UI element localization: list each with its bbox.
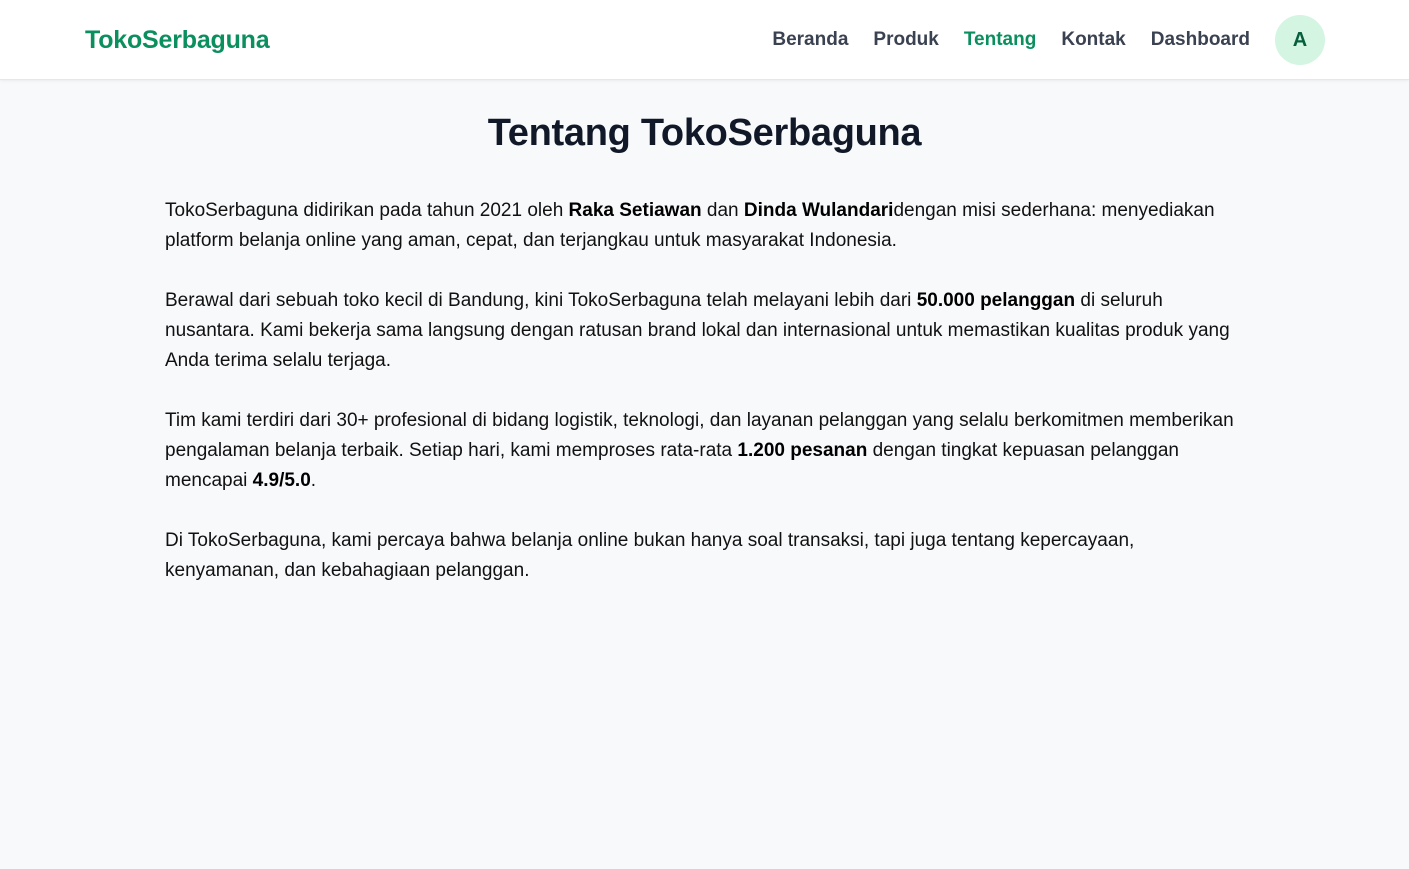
brand-logo[interactable]: TokoSerbaguna xyxy=(85,26,270,55)
nav-link-dashboard[interactable]: Dashboard xyxy=(1151,29,1250,51)
main-nav: Beranda Produk Tentang Kontak Dashboard … xyxy=(747,15,1325,65)
nav-link-produk[interactable]: Produk xyxy=(873,29,938,51)
satisfaction-rating: 4.9/5.0 xyxy=(252,470,311,491)
founder-name: Raka Setiawan xyxy=(568,200,702,221)
about-paragraph-values: Di TokoSerbaguna, kami percaya bahwa bel… xyxy=(165,526,1250,586)
paragraph-text: . xyxy=(310,470,317,491)
founder-name: Dinda Wulandari xyxy=(743,200,894,221)
nav-link-tentang[interactable]: Tentang xyxy=(964,29,1036,51)
paragraph-text: Di TokoSerbaguna, kami percaya bahwa bel… xyxy=(165,530,1135,581)
customer-count: 50.000 pelanggan xyxy=(916,290,1076,311)
daily-orders: 1.200 pesanan xyxy=(737,440,868,461)
paragraph-text: TokoSerbaguna didirikan pada tahun 2021 … xyxy=(165,200,569,221)
nav-link-beranda[interactable]: Beranda xyxy=(772,29,848,51)
about-content: TokoSerbaguna didirikan pada tahun 2021 … xyxy=(165,196,1250,616)
paragraph-text: Berawal dari sebuah toko kecil di Bandun… xyxy=(165,290,917,311)
about-paragraph-team: Tim kami terdiri dari 30+ profesional di… xyxy=(165,406,1250,496)
top-navbar: TokoSerbaguna Beranda Produk Tentang Kon… xyxy=(0,0,1409,80)
nav-link-kontak[interactable]: Kontak xyxy=(1061,29,1125,51)
page-title: Tentang TokoSerbaguna xyxy=(487,112,922,154)
about-paragraph-founding: TokoSerbaguna didirikan pada tahun 2021 … xyxy=(165,196,1250,256)
paragraph-text: dan xyxy=(701,200,744,221)
user-avatar[interactable]: A xyxy=(1275,15,1325,65)
about-paragraph-growth: Berawal dari sebuah toko kecil di Bandun… xyxy=(165,286,1250,376)
